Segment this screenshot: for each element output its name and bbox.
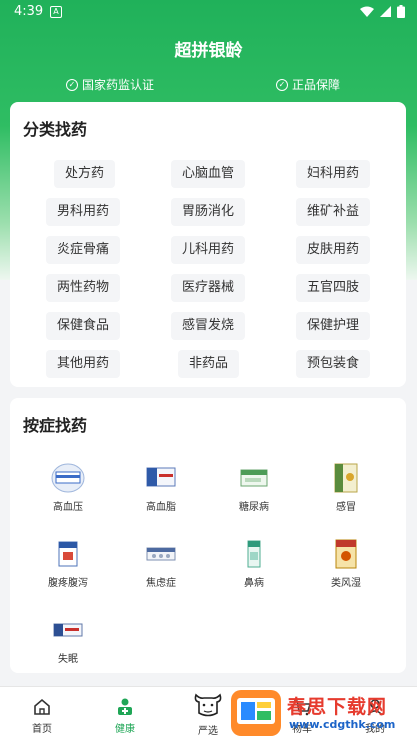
category-chip[interactable]: 五官四肢: [296, 274, 371, 302]
tab-health[interactable]: 健康: [95, 697, 155, 735]
category-chip[interactable]: 医疗器械: [171, 274, 246, 302]
watermark-title: 春思下载网: [287, 696, 388, 718]
cert-bar: ✓ 国家药监认证 ✓ 正品保障: [0, 76, 417, 94]
category-chip[interactable]: 心脑血管: [171, 160, 246, 188]
symptom-label: 高血压: [53, 502, 83, 513]
symptom-label: 焦虑症: [146, 578, 176, 589]
symptom-label: 腹疼腹泻: [48, 578, 88, 589]
cert-item: ✓ 正品保障: [276, 76, 340, 93]
page-title: 超拼银龄: [174, 41, 243, 61]
cert-label: 国家药监认证: [82, 78, 155, 92]
symptom-card: 按症找药 高血压 高血脂 糖尿病 感冒 腹疼腹泻 焦虑症 鼻病 类风湿 失眠: [10, 398, 406, 673]
category-chip[interactable]: 两性药物: [46, 274, 121, 302]
category-chip[interactable]: 其他用药: [46, 350, 121, 378]
notification-icon: A: [50, 6, 62, 18]
category-chip[interactable]: 男科用药: [46, 198, 121, 226]
status-icons: [360, 5, 405, 18]
medicine-box-icon: [144, 538, 178, 570]
category-chip[interactable]: 胃肠消化: [171, 198, 246, 226]
symptom-item[interactable]: 感冒: [306, 462, 386, 513]
section-title: 按症找药: [23, 416, 88, 435]
category-chip[interactable]: 非药品: [178, 350, 240, 378]
medicine-box-icon: [329, 462, 363, 494]
check-circle-icon: ✓: [276, 78, 288, 91]
symptom-label: 失眠: [58, 654, 78, 665]
section-title: 分类找药: [23, 120, 88, 139]
category-chip[interactable]: 妇科用药: [296, 160, 371, 188]
symptom-item[interactable]: 鼻病: [214, 538, 294, 589]
category-chip[interactable]: 炎症骨痛: [46, 236, 121, 264]
category-chip[interactable]: 皮肤用药: [296, 236, 371, 264]
tab-home[interactable]: 首页: [12, 697, 72, 735]
symptom-label: 感冒: [336, 502, 356, 513]
medicine-box-icon: [329, 538, 363, 570]
category-chip[interactable]: 处方药: [54, 160, 116, 188]
category-chip[interactable]: 儿科用药: [171, 236, 246, 264]
home-icon: [34, 698, 50, 715]
category-card: 分类找药 处方药 心脑血管 妇科用药 男科用药 胃肠消化 维矿补益 炎症骨痛 儿…: [10, 102, 406, 387]
medicine-box-icon: [144, 462, 178, 494]
medicine-box-icon: [237, 462, 271, 494]
symptom-label: 高血脂: [146, 502, 176, 513]
symptom-item[interactable]: 失眠: [28, 614, 108, 665]
medicine-box-icon: [51, 614, 85, 646]
category-chip[interactable]: 保健护理: [296, 312, 371, 340]
tab-label: 首页: [32, 724, 52, 735]
symptom-item[interactable]: 糖尿病: [214, 462, 294, 513]
medicine-box-icon: [51, 538, 85, 570]
symptom-item[interactable]: 腹疼腹泻: [28, 538, 108, 589]
status-bar: 4:39 A: [0, 0, 417, 24]
battery-icon: [397, 5, 405, 18]
category-chip[interactable]: 感冒发烧: [171, 312, 246, 340]
symptom-label: 糖尿病: [239, 502, 269, 513]
status-time: 4:39: [14, 4, 44, 19]
category-chip[interactable]: 保健食品: [46, 312, 121, 340]
watermark-logo-icon: [231, 690, 281, 736]
wifi-icon: [360, 6, 374, 17]
health-icon: [118, 698, 132, 715]
symptom-item[interactable]: 焦虑症: [121, 538, 201, 589]
watermark: 春思下载网 www.cdgthk.com: [229, 686, 417, 741]
symptom-item[interactable]: 类风湿: [306, 538, 386, 589]
tab-label: 健康: [115, 724, 135, 735]
symptom-item[interactable]: 高血脂: [121, 462, 201, 513]
signal-icon: [380, 6, 391, 17]
category-chip[interactable]: 维矿补益: [296, 198, 371, 226]
symptom-label: 类风湿: [331, 578, 361, 589]
cow-logo-icon: [194, 693, 222, 717]
category-chip[interactable]: 预包装食: [296, 350, 371, 378]
cert-label: 正品保障: [292, 78, 341, 92]
medicine-box-icon: [237, 538, 271, 570]
check-circle-icon: ✓: [66, 78, 78, 91]
symptom-item[interactable]: 高血压: [28, 462, 108, 513]
medicine-box-icon: [51, 462, 85, 494]
symptom-label: 鼻病: [244, 578, 264, 589]
cert-item: ✓ 国家药监认证: [66, 76, 154, 93]
watermark-url: www.cdgthk.com: [289, 718, 396, 731]
